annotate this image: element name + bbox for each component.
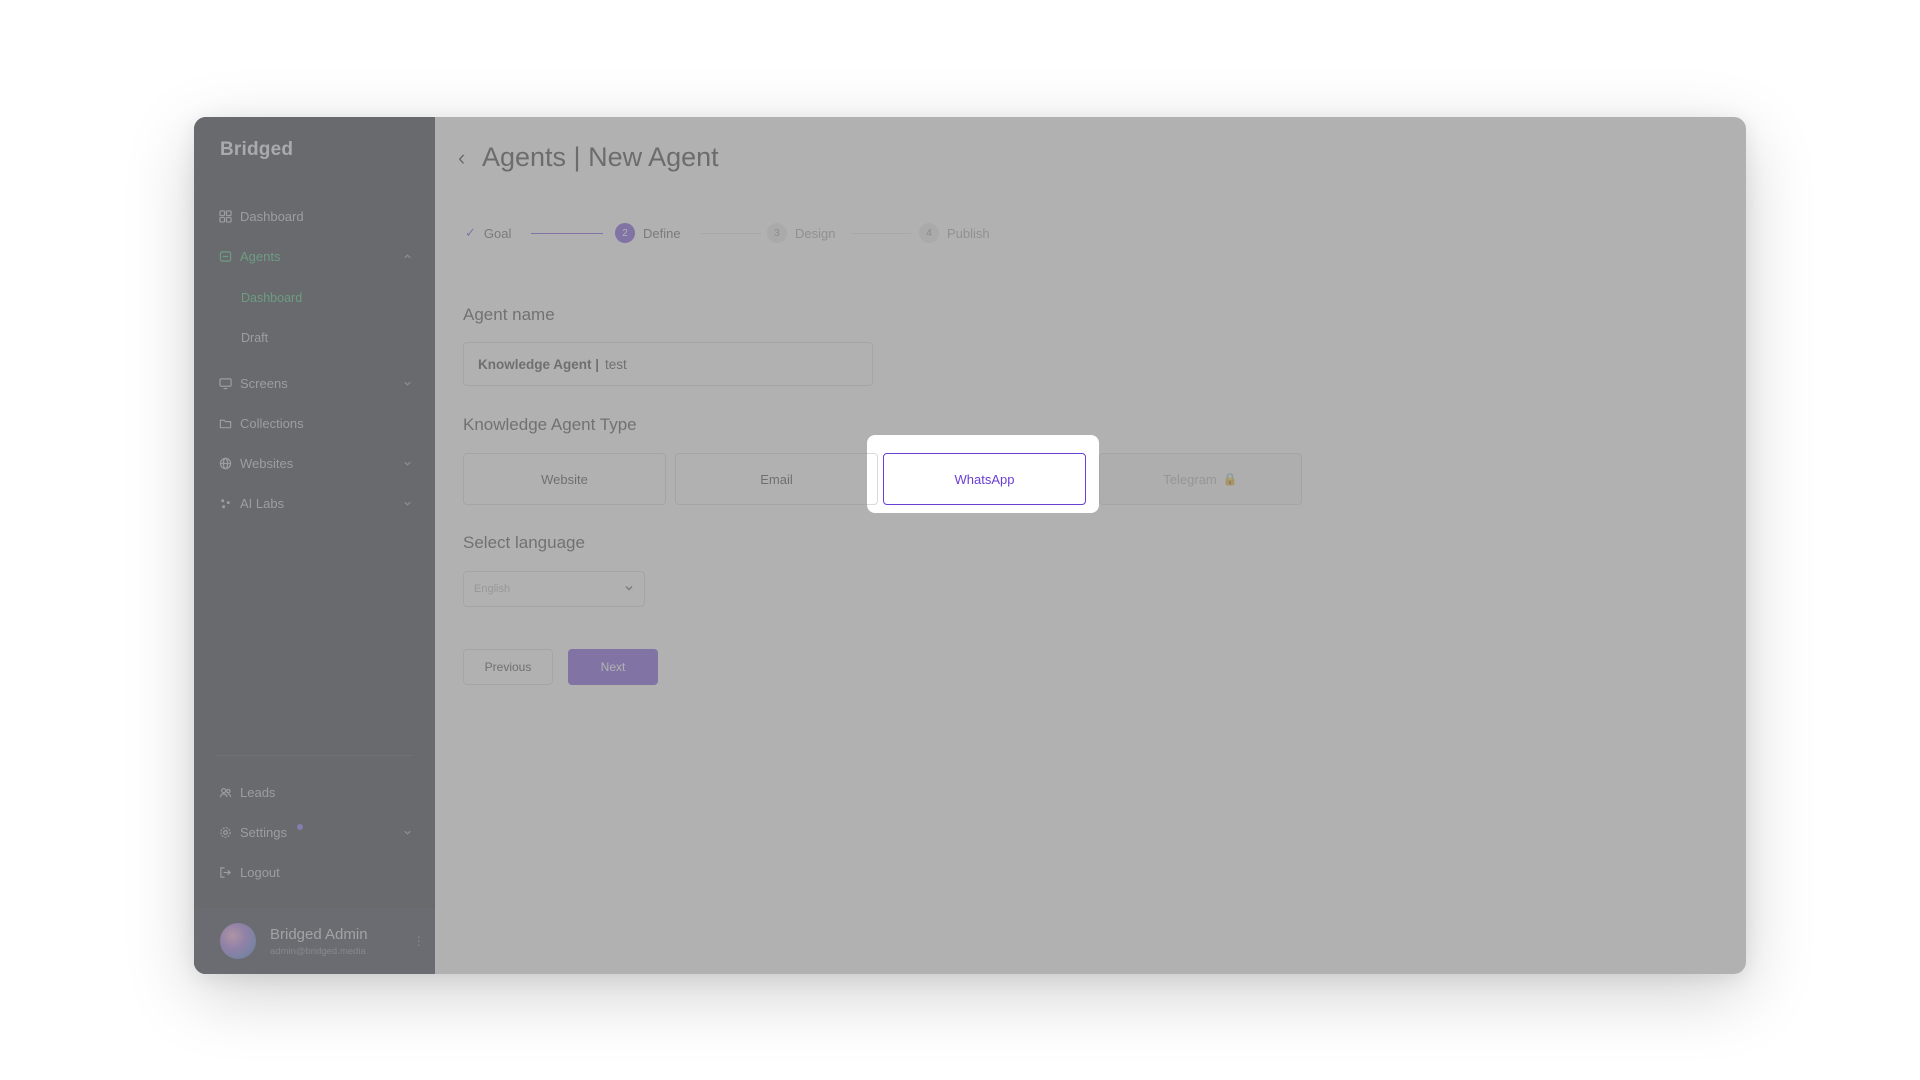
globe-icon <box>218 456 232 470</box>
chevron-down-icon[interactable] <box>401 457 413 469</box>
back-arrow-icon[interactable]: ‹ <box>458 145 465 171</box>
sidebar-item-agents[interactable]: Agents <box>218 244 413 268</box>
agent-name-label: Agent name <box>463 305 555 324</box>
agent-type-label: Knowledge Agent Type <box>463 415 637 434</box>
logout-icon <box>218 865 232 879</box>
lock-icon: 🔒 <box>1222 472 1238 486</box>
previous-button[interactable]: Previous <box>463 649 553 685</box>
sidebar: Bridged Dashboard Agents Dashboard Draft… <box>194 117 435 974</box>
agent-name-value: test <box>605 356 627 372</box>
sidebar-item-label: AI Labs <box>240 495 285 511</box>
sidebar-item-ai-labs[interactable]: AI Labs <box>218 491 413 515</box>
step-label: Define <box>643 225 681 241</box>
chevron-down-icon[interactable] <box>401 497 413 509</box>
type-option-telegram[interactable]: Telegram 🔒 <box>1099 453 1302 505</box>
sidebar-subitem-dashboard[interactable]: Dashboard <box>241 287 302 309</box>
sidebar-item-dashboard[interactable]: Dashboard <box>218 204 413 228</box>
sidebar-item-collections[interactable]: Collections <box>218 411 413 435</box>
type-option-email[interactable]: Email <box>675 453 878 505</box>
step-number: 3 <box>767 223 787 243</box>
more-vertical-icon[interactable]: · · · <box>416 929 421 951</box>
step-number: 4 <box>919 223 939 243</box>
sidebar-divider <box>216 755 413 756</box>
chevron-down-icon[interactable] <box>401 377 413 389</box>
sidebar-item-label: Agents <box>240 248 281 264</box>
agent-name-input[interactable]: Knowledge Agent | test <box>463 342 873 386</box>
type-option-label: Telegram <box>1163 471 1217 487</box>
step-goal[interactable]: ✓ Goal <box>465 222 511 244</box>
language-select[interactable]: English <box>463 571 645 607</box>
step-connector <box>701 233 761 234</box>
sidebar-item-label: Dashboard <box>240 208 304 224</box>
step-connector <box>531 233 603 234</box>
user-profile[interactable]: Bridged Admin admin@bridged.media · · · <box>194 908 435 974</box>
step-label: Goal <box>483 225 512 241</box>
step-number: 2 <box>615 223 635 243</box>
sidebar-item-label: Settings <box>240 824 287 840</box>
step-design[interactable]: 3 Design <box>767 222 835 244</box>
sidebar-item-label: Websites <box>240 455 294 471</box>
folder-icon <box>218 416 232 430</box>
notification-dot <box>296 824 303 830</box>
step-define[interactable]: 2 Define <box>615 222 681 244</box>
sidebar-item-label: Leads <box>240 784 276 800</box>
language-label: Select language <box>463 533 585 552</box>
page-title: Agents | New Agent <box>482 142 719 172</box>
sidebar-item-logout[interactable]: Logout <box>218 860 413 884</box>
chevron-up-icon[interactable] <box>401 250 413 262</box>
sidebar-item-leads[interactable]: Leads <box>218 780 413 804</box>
sidebar-item-settings[interactable]: Settings <box>218 820 413 844</box>
sidebar-subitem-draft[interactable]: Draft <box>241 327 268 349</box>
step-label: Design <box>795 225 836 241</box>
user-email: admin@bridged.media <box>270 945 366 957</box>
next-button[interactable]: Next <box>568 649 658 685</box>
gear-icon <box>218 825 232 839</box>
chevron-down-icon[interactable] <box>401 826 413 838</box>
sparkle-icon <box>218 496 232 510</box>
step-publish[interactable]: 4 Publish <box>919 222 990 244</box>
sidebar-item-label: Logout <box>240 864 280 880</box>
users-icon <box>218 785 232 799</box>
user-name: Bridged Admin <box>270 925 368 943</box>
app-logo: Bridged <box>220 139 294 160</box>
sidebar-item-websites[interactable]: Websites <box>218 451 413 475</box>
grid-icon <box>218 209 232 223</box>
avatar <box>220 923 256 959</box>
sidebar-item-label: Collections <box>240 415 304 431</box>
type-option-whatsapp[interactable]: WhatsApp <box>883 453 1086 505</box>
chevron-down-icon <box>624 583 634 596</box>
monitor-icon <box>218 376 232 390</box>
sidebar-item-label: Screens <box>240 375 288 391</box>
type-option-website[interactable]: Website <box>463 453 666 505</box>
language-value: English <box>474 583 511 595</box>
check-icon: ✓ <box>465 225 476 240</box>
step-connector <box>851 233 911 234</box>
step-label: Publish <box>947 225 990 241</box>
main-content: ‹ Agents | New Agent ✓ Goal 2 Define 3 D… <box>435 117 1746 974</box>
sidebar-item-screens[interactable]: Screens <box>218 371 413 395</box>
agent-name-prefix: Knowledge Agent | <box>478 356 600 372</box>
app-window: Bridged Dashboard Agents Dashboard Draft… <box>194 117 1746 974</box>
agents-icon <box>218 249 232 263</box>
